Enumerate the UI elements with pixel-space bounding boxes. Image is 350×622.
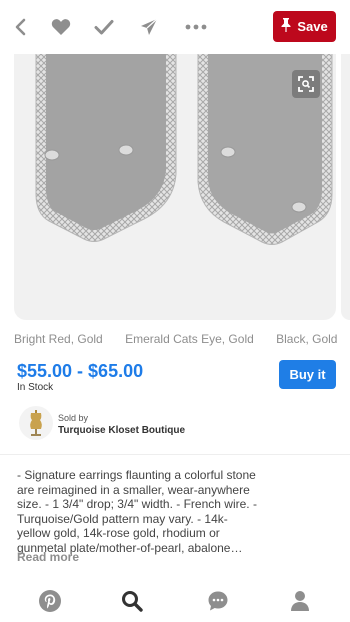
- stock-status: In Stock: [17, 382, 54, 393]
- product-image[interactable]: [14, 54, 336, 320]
- seller-name[interactable]: Turquoise Kloset Boutique: [58, 425, 185, 436]
- read-more-link[interactable]: Read more: [17, 550, 79, 564]
- profile-icon[interactable]: [287, 588, 313, 614]
- price: $55.00 - $65.00: [17, 361, 144, 381]
- variant-option[interactable]: Emerald Cats Eye, Gold: [125, 332, 254, 346]
- more-icon[interactable]: [183, 14, 209, 40]
- search-icon[interactable]: [119, 588, 145, 614]
- earrings-image: [35, 54, 333, 245]
- bottom-nav: [0, 578, 350, 622]
- send-icon[interactable]: [136, 14, 162, 40]
- chat-icon[interactable]: [205, 588, 231, 614]
- heart-icon[interactable]: [48, 14, 74, 40]
- check-icon[interactable]: [91, 14, 117, 40]
- save-label: Save: [297, 19, 328, 34]
- seller-avatar[interactable]: [19, 406, 53, 440]
- pin-icon: [281, 18, 291, 35]
- variant-option[interactable]: Black, Gold: [276, 332, 337, 346]
- top-toolbar: Save: [0, 0, 350, 54]
- pinterest-icon[interactable]: [37, 588, 63, 614]
- save-button[interactable]: Save: [273, 11, 336, 42]
- divider: [0, 454, 350, 455]
- variant-option[interactable]: Bright Red, Gold: [14, 332, 103, 346]
- chevron-left-icon[interactable]: [8, 14, 34, 40]
- visual-search-icon[interactable]: [292, 70, 320, 98]
- next-image-peek[interactable]: [341, 54, 350, 320]
- buy-button[interactable]: Buy it: [279, 360, 336, 389]
- sold-by-label: Sold by: [58, 413, 89, 423]
- product-description: - Signature earrings flaunting a colorfu…: [17, 468, 257, 555]
- color-variants: Bright Red, Gold Emerald Cats Eye, Gold …: [14, 332, 350, 346]
- dress-form-icon: [30, 410, 42, 436]
